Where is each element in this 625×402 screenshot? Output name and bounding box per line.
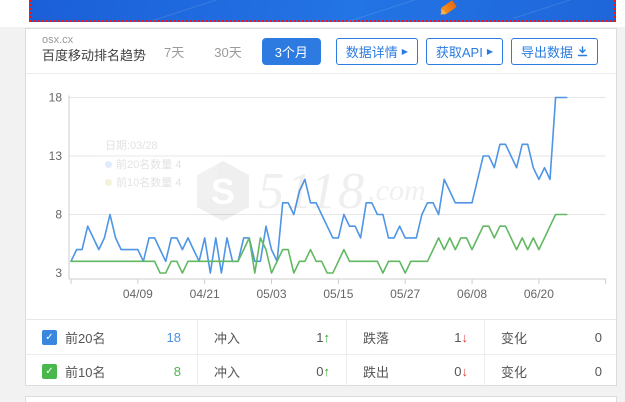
change-label: 变化 xyxy=(501,365,528,380)
data-detail-label: 数据详情 xyxy=(345,45,398,60)
up-arrow-icon: ↑ xyxy=(323,329,331,345)
tab-3months[interactable]: 3个月 xyxy=(261,38,321,65)
down-arrow-icon: ↓ xyxy=(461,364,469,379)
tooltip-row-top20: 前20名数量 4 xyxy=(105,156,209,175)
svg-text:05/15: 05/15 xyxy=(323,287,353,301)
tab-7days[interactable]: 7天 xyxy=(154,38,194,65)
fall-label: 跌落 xyxy=(363,330,390,346)
tooltip-label: 前20名数量 xyxy=(116,158,173,171)
surge-label: 冲入 xyxy=(214,330,241,346)
data-detail-button[interactable]: 数据详情 ▶ xyxy=(335,38,418,65)
rocket-icon xyxy=(439,0,457,16)
row-label: 前10名 xyxy=(65,365,106,380)
banner-decoration-line xyxy=(153,0,239,21)
card-header: osx.cx 百度移动排名趋势 7天 30天 3个月 数据详情 ▶ 获取API … xyxy=(26,29,616,74)
tooltip-label: 前10名数量 xyxy=(116,177,173,190)
trend-card: osx.cx 百度移动排名趋势 7天 30天 3个月 数据详情 ▶ 获取API … xyxy=(25,28,618,388)
title-block: osx.cx 百度移动排名趋势 xyxy=(42,34,146,64)
series-dot-yellow xyxy=(105,179,112,187)
rank-summary-table: ✓ 前20名 18 冲入 1↑ 跌落 1↓ 变化 0 ✓ 前10名 8 冲入 0… xyxy=(26,319,618,388)
promo-banner[interactable] xyxy=(29,0,616,27)
tooltip-value: 4 xyxy=(175,158,182,171)
caret-right-icon: ▶ xyxy=(486,46,493,56)
svg-text:05/27: 05/27 xyxy=(390,287,420,301)
svg-text:8: 8 xyxy=(55,208,62,222)
chart-tooltip-ghost: 日期:03/28 前20名数量 4 前10名数量 4 xyxy=(96,131,218,200)
series-dot-blue xyxy=(105,160,112,168)
up-arrow-icon: ↑ xyxy=(323,364,331,379)
svg-text:06/20: 06/20 xyxy=(524,287,554,301)
checkbox-top20[interactable]: ✓ xyxy=(42,329,57,345)
svg-text:04/09: 04/09 xyxy=(123,287,153,301)
row-label: 前20名 xyxy=(65,330,106,346)
export-data-button[interactable]: 导出数据 xyxy=(510,38,598,65)
period-tabs: 7天 30天 3个月 xyxy=(154,38,321,65)
fall-value: 1↓ xyxy=(454,329,469,345)
row-value: 18 xyxy=(166,329,181,345)
checkbox-top10[interactable]: ✓ xyxy=(42,364,57,379)
page: osx.cx 百度移动排名趋势 7天 30天 3个月 数据详情 ▶ 获取API … xyxy=(0,0,625,402)
svg-text:18: 18 xyxy=(49,91,63,105)
surge-value: 0↑ xyxy=(316,364,330,379)
download-icon xyxy=(577,46,588,57)
dropout-label: 跌出 xyxy=(363,365,390,380)
svg-text:05/03: 05/03 xyxy=(257,287,287,301)
table-row-top10: ✓ 前10名 8 冲入 0↑ 跌出 0↓ 变化 0 xyxy=(26,354,618,388)
trend-chart-area[interactable]: 3 8 13 18 04/09 04/21 05/03 05/15 05/27 06/08 06/2… xyxy=(26,74,618,319)
svg-text:3: 3 xyxy=(55,266,62,280)
down-arrow-icon: ↓ xyxy=(461,329,469,345)
header-buttons: 数据详情 ▶ 获取API ▶ 导出数据 xyxy=(335,38,598,65)
export-data-label: 导出数据 xyxy=(520,45,573,60)
tooltip-value: 4 xyxy=(175,177,182,190)
surge-label: 冲入 xyxy=(214,365,241,380)
get-api-label: 获取API xyxy=(435,45,483,60)
table-row-top20: ✓ 前20名 18 冲入 1↑ 跌落 1↓ 变化 0 xyxy=(26,320,618,354)
surge-value: 1↑ xyxy=(316,329,331,345)
row-value: 8 xyxy=(173,364,181,379)
change-value: 0 xyxy=(594,364,602,379)
banner-decoration-line xyxy=(513,0,599,19)
svg-text:06/08: 06/08 xyxy=(457,287,487,301)
domain-label: osx.cx xyxy=(42,34,74,46)
svg-text:13: 13 xyxy=(49,149,63,163)
change-label: 变化 xyxy=(501,330,528,346)
get-api-button[interactable]: 获取API ▶ xyxy=(425,38,503,65)
next-card-edge xyxy=(25,396,617,402)
page-title: 百度移动排名趋势 xyxy=(42,47,147,63)
dropout-value: 0↓ xyxy=(454,364,468,379)
svg-text:04/21: 04/21 xyxy=(190,287,220,301)
caret-right-icon: ▶ xyxy=(401,46,408,56)
tooltip-row-top10: 前10名数量 4 xyxy=(105,174,209,193)
tab-30days[interactable]: 30天 xyxy=(204,38,251,65)
change-value: 0 xyxy=(594,329,602,345)
tooltip-date: 日期:03/28 xyxy=(105,140,158,152)
